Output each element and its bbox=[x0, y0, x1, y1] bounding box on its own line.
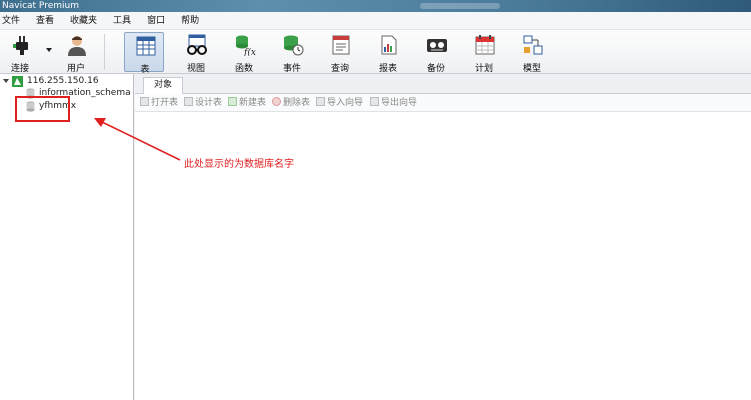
design-table-icon bbox=[184, 97, 193, 106]
plug-icon bbox=[13, 36, 28, 55]
function-icon: f(x) bbox=[236, 35, 256, 56]
report-button[interactable]: 报表 bbox=[368, 32, 408, 74]
design-table-label: 设计表 bbox=[195, 98, 223, 108]
open-table-label: 打开表 bbox=[151, 98, 179, 108]
object-toolbar: 打开表 设计表 新建表 删除表 导入向导 导出向导 bbox=[135, 94, 751, 112]
connection-icon bbox=[12, 76, 23, 87]
menu-tools[interactable]: 工具 bbox=[105, 12, 139, 30]
objects-panel: 对象 打开表 设计表 新建表 删除表 导入向导 导出向导 bbox=[135, 74, 751, 400]
model-label: 模型 bbox=[522, 64, 541, 74]
import-wizard-button[interactable]: 导入向导 bbox=[316, 96, 363, 110]
delete-table-icon bbox=[272, 97, 281, 106]
event-button[interactable]: 事件 bbox=[272, 32, 312, 74]
menu-favorites[interactable]: 收藏夹 bbox=[62, 12, 105, 30]
function-button[interactable]: f(x) 函数 bbox=[224, 32, 264, 74]
backup-button[interactable]: 备份 bbox=[416, 32, 456, 74]
query-label: 查询 bbox=[330, 64, 349, 74]
export-wizard-button[interactable]: 导出向导 bbox=[370, 96, 417, 110]
event-label: 事件 bbox=[282, 64, 301, 74]
annotation-text: 此处显示的为数据库名字 bbox=[184, 159, 294, 170]
navicat-window: Navicat Premium 文件 查看 收藏夹 工具 窗口 帮助 连接 用户… bbox=[0, 0, 751, 400]
main-toolbar: 连接 用户 表 视图 f(x 函数 事件 查询 报表 备份 计划 模型 bbox=[0, 30, 751, 75]
open-table-button[interactable]: 打开表 bbox=[140, 96, 178, 110]
report-icon bbox=[381, 35, 397, 55]
user-label: 用户 bbox=[66, 64, 85, 74]
delete-table-label: 删除表 bbox=[283, 98, 311, 108]
event-icon bbox=[284, 35, 304, 56]
user-icon bbox=[68, 36, 86, 56]
design-table-button[interactable]: 设计表 bbox=[184, 96, 222, 110]
schedule-label: 计划 bbox=[474, 64, 493, 74]
connection-tree-panel[interactable]: 116.255.150.16 information_schema yfhmmx bbox=[0, 74, 134, 400]
model-button[interactable]: 模型 bbox=[512, 32, 552, 74]
glasses-icon bbox=[187, 34, 207, 55]
connect-button[interactable]: 连接 bbox=[0, 32, 40, 74]
chevron-down-icon[interactable] bbox=[3, 79, 9, 83]
chevron-down-icon[interactable] bbox=[46, 48, 52, 52]
new-table-icon bbox=[228, 97, 237, 106]
user-button[interactable]: 用户 bbox=[56, 32, 96, 74]
blurred-title-area bbox=[420, 3, 500, 9]
connect-label: 连接 bbox=[10, 64, 29, 74]
query-icon bbox=[332, 35, 350, 55]
highlight-box bbox=[15, 96, 70, 122]
model-icon bbox=[523, 35, 543, 55]
backup-label: 备份 bbox=[426, 64, 445, 74]
menu-view[interactable]: 查看 bbox=[28, 12, 62, 30]
view-label: 视图 bbox=[186, 64, 205, 74]
tab-bar: 对象 bbox=[135, 74, 751, 94]
view-button[interactable]: 视图 bbox=[176, 32, 216, 74]
tab-objects[interactable]: 对象 bbox=[143, 77, 183, 94]
import-icon bbox=[316, 97, 325, 106]
schedule-button[interactable]: 计划 bbox=[464, 32, 504, 74]
calendar-icon bbox=[475, 35, 495, 55]
report-label: 报表 bbox=[378, 64, 397, 74]
delete-table-button[interactable]: 删除表 bbox=[272, 96, 310, 110]
export-wizard-label: 导出向导 bbox=[381, 98, 418, 108]
import-wizard-label: 导入向导 bbox=[327, 98, 364, 108]
title-bar[interactable]: Navicat Premium bbox=[0, 0, 751, 12]
menu-file[interactable]: 文件 bbox=[0, 12, 28, 30]
export-icon bbox=[370, 97, 379, 106]
new-table-button[interactable]: 新建表 bbox=[228, 96, 266, 110]
new-table-label: 新建表 bbox=[239, 98, 267, 108]
table-button[interactable]: 表 bbox=[124, 32, 164, 75]
backup-icon bbox=[427, 39, 447, 52]
query-button[interactable]: 查询 bbox=[320, 32, 360, 74]
menu-help[interactable]: 帮助 bbox=[173, 12, 207, 30]
table-icon bbox=[136, 36, 156, 56]
menu-window[interactable]: 窗口 bbox=[139, 12, 173, 30]
window-title: Navicat Premium bbox=[2, 1, 79, 11]
function-label: 函数 bbox=[234, 64, 253, 74]
toolbar-separator bbox=[104, 34, 105, 70]
menu-bar: 文件 查看 收藏夹 工具 窗口 帮助 bbox=[0, 12, 751, 30]
open-table-icon bbox=[140, 97, 149, 106]
svg-text:f(x): f(x) bbox=[243, 47, 256, 56]
